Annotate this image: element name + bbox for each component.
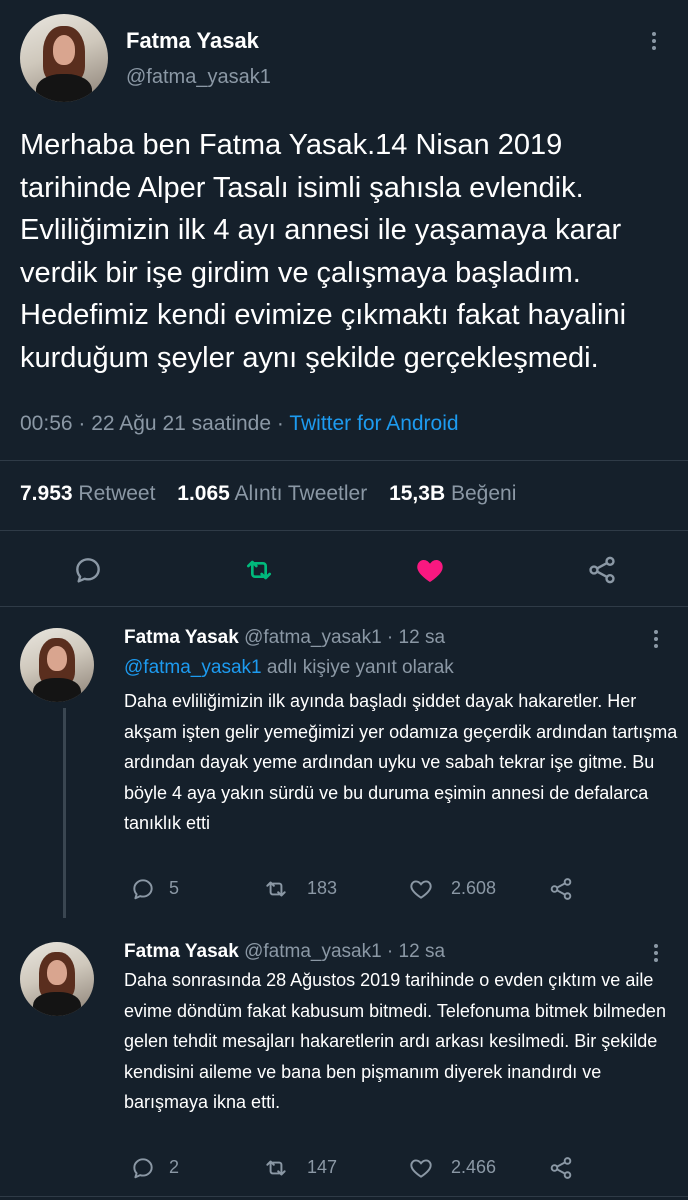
- quotes-label: Alıntı Tweetler: [234, 482, 368, 505]
- like-count: 2.466: [451, 1156, 497, 1177]
- divider: [0, 530, 688, 531]
- share-icon: [550, 878, 572, 900]
- likes-count: 15,3B: [389, 482, 446, 505]
- likes-stat[interactable]: 15,3B Beğeni: [389, 482, 516, 505]
- share-action[interactable]: [548, 1155, 574, 1181]
- like-action[interactable]: 2.466: [408, 1155, 496, 1181]
- reply-text: Daha evliliğimizin ilk ayında başladı şi…: [124, 691, 678, 833]
- tweet-text: Merhaba ben Fatma Yasak.14 Nisan 2019 ta…: [20, 129, 627, 374]
- reply-action[interactable]: 5: [130, 876, 179, 902]
- retweet-action[interactable]: 183: [262, 876, 337, 902]
- like-action[interactable]: 2.608: [408, 876, 496, 902]
- reply-header: Fatma Yasak @fatma_yasak1 · 12 sa: [124, 627, 445, 649]
- reply-author-handle[interactable]: @fatma_yasak1: [244, 627, 382, 648]
- share-icon[interactable]: [586, 554, 618, 586]
- retweet-icon: [266, 881, 286, 897]
- author-name[interactable]: Fatma Yasak: [126, 28, 259, 54]
- likes-label: Beğeni: [450, 482, 517, 505]
- heart-icon: [410, 880, 432, 899]
- retweets-label: Retweet: [78, 482, 156, 505]
- thread-line: [63, 708, 66, 918]
- more-options-icon[interactable]: [653, 944, 659, 965]
- reply-header: Fatma Yasak @fatma_yasak1 · 12 sa: [124, 941, 445, 963]
- divider: [0, 460, 688, 461]
- tweet-stats: 7.953 Retweet 1.065 Alıntı Tweetler 15,3…: [20, 482, 516, 506]
- divider: [0, 606, 688, 607]
- reply-to-label: adlı kişiye yanıt olarak: [261, 657, 454, 678]
- divider: [0, 1196, 688, 1197]
- quotes-count: 1.065: [177, 482, 230, 505]
- reply-avatar[interactable]: [20, 628, 94, 702]
- quotes-stat[interactable]: 1.065 Alıntı Tweetler: [177, 482, 367, 505]
- heart-icon: [410, 1159, 432, 1178]
- retweets-stat[interactable]: 7.953 Retweet: [20, 482, 155, 505]
- reply-time[interactable]: · 12 sa: [382, 941, 445, 962]
- reply-icon: [133, 1158, 153, 1179]
- retweet-count: 147: [307, 1156, 338, 1177]
- retweet-icon[interactable]: [243, 554, 275, 586]
- retweet-action[interactable]: 147: [262, 1155, 337, 1181]
- author-avatar[interactable]: [20, 14, 108, 102]
- reply-count: 2: [169, 1156, 180, 1177]
- retweet-count: 183: [307, 877, 338, 898]
- reply-text: Daha sonrasında 28 Ağustos 2019 tarihind…: [124, 970, 666, 1112]
- share-icon: [550, 1157, 572, 1179]
- retweets-count: 7.953: [20, 482, 73, 505]
- reply-action[interactable]: 2: [130, 1155, 179, 1181]
- reply-icon[interactable]: [72, 554, 104, 586]
- retweet-icon: [266, 1160, 286, 1176]
- tweet-meta: 00:56 · 22 Ağu 21 saatinde · Twitter for…: [20, 412, 459, 436]
- reply-count: 5: [169, 877, 180, 898]
- tweet-timestamp[interactable]: 00:56 · 22 Ağu 21 saatinde ·: [20, 412, 289, 435]
- tweet-actions: [0, 546, 688, 594]
- author-handle[interactable]: @fatma_yasak1: [126, 66, 271, 89]
- reply-author-name[interactable]: Fatma Yasak: [124, 941, 239, 962]
- reply-to-handle[interactable]: @fatma_yasak1: [124, 657, 262, 678]
- reply-icon: [133, 879, 153, 900]
- tweet-source-link[interactable]: Twitter for Android: [289, 412, 458, 435]
- like-icon[interactable]: [414, 554, 446, 586]
- reply-avatar[interactable]: [20, 942, 94, 1016]
- like-count: 2.608: [451, 877, 497, 898]
- more-options-icon[interactable]: [653, 630, 659, 651]
- reply-author-handle[interactable]: @fatma_yasak1: [244, 941, 382, 962]
- share-action[interactable]: [548, 876, 574, 902]
- more-options-icon[interactable]: [651, 32, 657, 53]
- reply-context: @fatma_yasak1 adlı kişiye yanıt olarak: [124, 657, 454, 679]
- reply-author-name[interactable]: Fatma Yasak: [124, 627, 239, 648]
- reply-time[interactable]: · 12 sa: [382, 627, 445, 648]
